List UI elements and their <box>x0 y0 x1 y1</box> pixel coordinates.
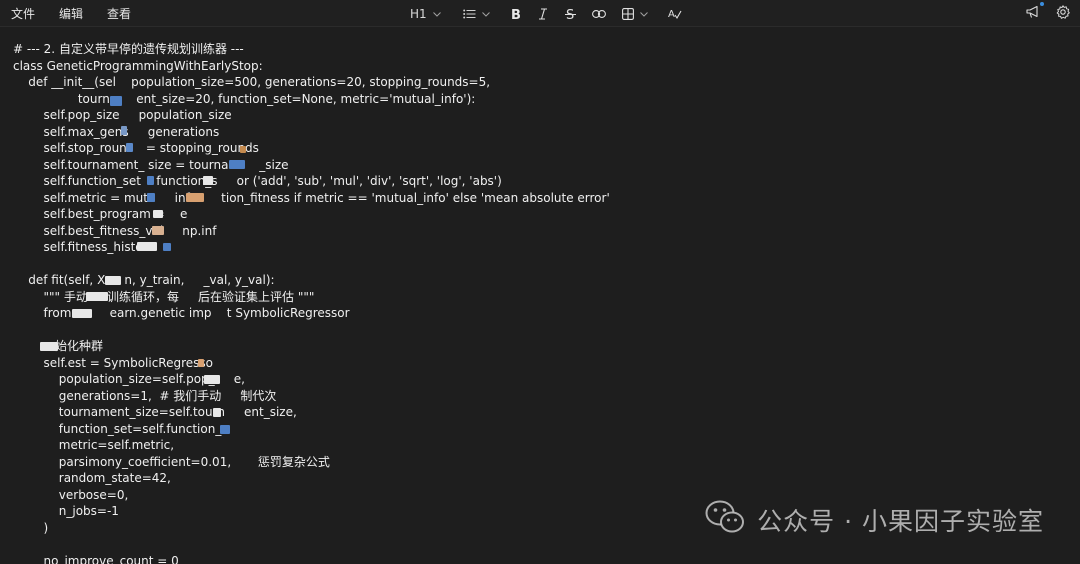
code-line: self.max_gens generations <box>13 124 220 139</box>
wechat-icon <box>705 500 757 540</box>
chevron-down-icon <box>481 11 490 17</box>
redaction-mark <box>153 210 163 218</box>
code-line: from earn.genetic imp t SymbolicRegresso… <box>13 306 350 320</box>
megaphone-icon[interactable] <box>1026 2 1044 23</box>
redaction-mark <box>240 146 246 153</box>
code-line: generations=1, # 我们手动 制代次 <box>13 388 277 403</box>
code-line: class GeneticProgrammingWithEarlyStop: <box>13 58 263 73</box>
redaction-mark <box>213 408 221 417</box>
menu-view[interactable]: 查看 <box>107 6 131 22</box>
redaction-mark <box>110 96 122 106</box>
code-line: tournament_size=self.tourn ent_size, <box>13 405 297 419</box>
heading-label: H1 <box>410 7 427 21</box>
heading-dropdown[interactable]: H1 <box>410 4 441 24</box>
chevron-down-icon <box>432 11 441 17</box>
redaction-mark <box>152 226 164 235</box>
code-block: # --- 2. 自定义带早停的遗传规划训练器 --- class Geneti… <box>13 41 610 564</box>
redaction-mark <box>121 126 127 135</box>
code-line: self.best_fitness_val np.inf <box>13 223 217 238</box>
chevron-down-icon <box>639 11 648 17</box>
code-line: 始化种群 <box>54 339 103 353</box>
code-line: self.fitness_histo <box>13 240 143 254</box>
redaction-mark <box>126 143 133 152</box>
code-line: self.function_set function_s or ('add', … <box>13 174 502 188</box>
watermark: 公众号 · 小果因子实验室 <box>705 500 1044 540</box>
code-line: self.best_program = e <box>13 207 188 221</box>
watermark-text: 公众号 · 小果因子实验室 <box>757 507 1044 536</box>
italic-button[interactable] <box>538 4 548 24</box>
code-line: def __init__(sel population_size=500, ge… <box>13 75 491 89</box>
redaction-mark <box>86 292 108 301</box>
table-dropdown[interactable] <box>621 4 648 24</box>
redaction-mark <box>72 309 92 318</box>
link-icon <box>591 10 606 18</box>
code-line: metric=self.metric, <box>13 438 175 452</box>
bold-button[interactable]: B <box>510 4 521 24</box>
redaction-mark <box>105 276 121 285</box>
format-toolbar: H1 B S A <box>410 4 682 24</box>
redaction-mark <box>186 193 204 202</box>
notification-dot <box>1040 2 1044 6</box>
code-line: ) <box>13 520 49 535</box>
redaction-mark <box>198 359 204 367</box>
code-line: self.tournament_ size = tournam _size <box>13 157 289 172</box>
code-line: no_improve_count = 0 <box>13 553 179 564</box>
strikethrough-icon: S <box>564 8 576 20</box>
redaction-mark <box>204 375 220 384</box>
code-line: n_jobs=-1 <box>13 504 119 518</box>
redaction-mark <box>137 242 157 251</box>
code-line: self.est = SymbolicRegresso <box>13 355 214 370</box>
code-line: self.metric = mutu infor tion_fitness if… <box>13 190 610 205</box>
table-icon <box>621 8 634 20</box>
code-line: self.pop_size population_size <box>13 108 232 122</box>
code-line: def fit(self, X n, y_train, _val, y_val)… <box>13 273 275 287</box>
menu-bar: 文件 编辑 查看 <box>11 6 155 22</box>
redaction-mark <box>147 193 155 202</box>
code-line: function_set=self.function_s <box>13 421 228 436</box>
code-line: tourna ent_size=20, function_set=None, m… <box>13 91 476 106</box>
strikethrough-button[interactable]: S <box>564 4 576 24</box>
code-line: verbose=0, <box>13 487 129 502</box>
code-line: population_size=self.pop_ e, <box>13 372 245 386</box>
code-line: # --- 2. 自定义带早停的遗传规划训练器 --- <box>13 42 244 56</box>
redaction-mark <box>220 425 230 434</box>
code-editor[interactable]: # --- 2. 自定义带早停的遗传规划训练器 --- class Geneti… <box>0 27 1080 564</box>
gear-icon[interactable] <box>1056 4 1070 23</box>
redaction-mark <box>203 176 213 185</box>
list-icon <box>462 9 476 19</box>
right-toolbar <box>1026 2 1070 23</box>
redaction-mark <box>40 342 58 351</box>
list-dropdown[interactable] <box>462 4 490 24</box>
redaction-mark <box>147 176 154 185</box>
link-button[interactable] <box>591 4 606 24</box>
bold-icon: B <box>510 8 521 20</box>
italic-icon <box>538 8 548 20</box>
code-line: self.stop_roun = stopping_rounds <box>13 141 259 155</box>
redaction-mark <box>163 243 171 251</box>
title-bar: 文件 编辑 查看 H1 B S A <box>0 0 1080 27</box>
spellcheck-button[interactable]: A <box>668 4 682 24</box>
menu-edit[interactable]: 编辑 <box>59 6 83 22</box>
svg-text:A: A <box>668 9 675 20</box>
redaction-mark <box>229 160 245 169</box>
spellcheck-icon: A <box>668 8 682 20</box>
menu-file[interactable]: 文件 <box>11 6 35 22</box>
code-line: parsimony_coefficient=0.01, 惩罚复杂公式 <box>13 454 330 469</box>
code-line: random_state=42, <box>13 471 171 485</box>
svg-text:B: B <box>511 8 521 20</box>
